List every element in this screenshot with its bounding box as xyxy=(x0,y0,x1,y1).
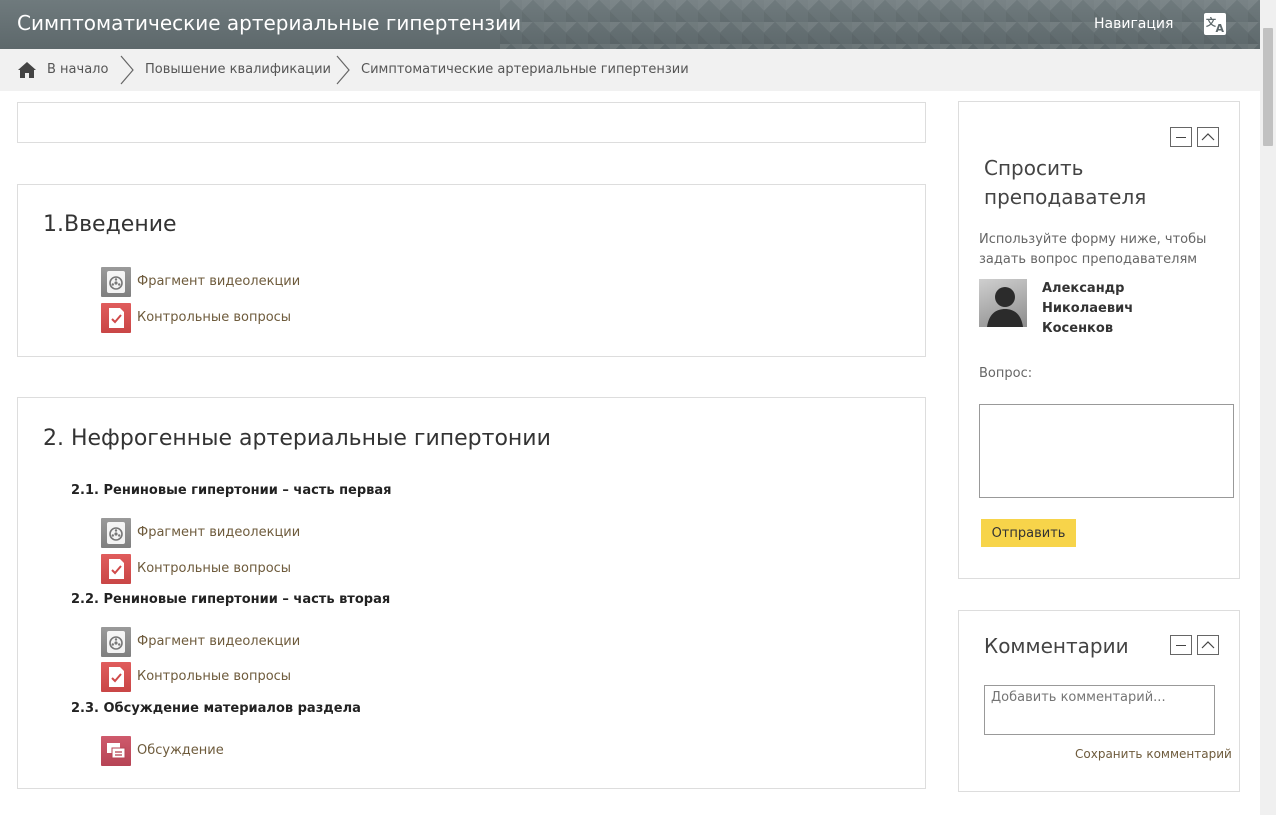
scrollbar-thumb[interactable] xyxy=(1263,28,1273,146)
course-summary-panel xyxy=(17,102,926,143)
activity-label[interactable]: Фрагмент видеолекции xyxy=(137,525,300,540)
subsection-title: 2.1. Рениновые гипертонии – часть первая xyxy=(71,483,392,498)
translate-icon[interactable]: 文A xyxy=(1204,13,1226,35)
teacher-avatar[interactable] xyxy=(979,279,1027,327)
section-title: 2. Нефрогенные артериальные гипертонии xyxy=(43,426,551,451)
activity-label[interactable]: Контрольные вопросы xyxy=(137,669,291,684)
ask-teacher-block: Спросить преподавателя Используйте форму… xyxy=(958,101,1240,579)
minimize-block-button[interactable] xyxy=(1170,127,1192,147)
collapse-block-button[interactable] xyxy=(1197,635,1219,655)
breadcrumb: В начало Повышение квалификации Симптома… xyxy=(0,49,1260,91)
comment-textarea[interactable] xyxy=(984,685,1215,735)
chevron-right-icon xyxy=(120,55,134,85)
video-icon xyxy=(101,267,131,297)
section-title: 1.Введение xyxy=(43,212,177,237)
block-title: Спросить преподавателя xyxy=(984,156,1147,209)
question-textarea[interactable] xyxy=(979,404,1234,498)
section-1: 1.Введение Фрагмент видеолекции Контроль… xyxy=(17,184,926,357)
activity-label[interactable]: Обсуждение xyxy=(137,743,224,758)
activity-label[interactable]: Контрольные вопросы xyxy=(137,561,291,576)
breadcrumb-current[interactable]: Симптоматические артериальные гипертензи… xyxy=(361,62,689,77)
breadcrumb-home[interactable]: В начало xyxy=(47,62,108,77)
navigation-link[interactable]: Навигация xyxy=(1094,16,1173,32)
subsection-title: 2.2. Рениновые гипертонии – часть вторая xyxy=(71,592,391,607)
subsection-title: 2.3. Обсуждение материалов раздела xyxy=(71,701,361,716)
activity-label[interactable]: Фрагмент видеолекции xyxy=(137,274,300,289)
teacher-name[interactable]: Александр Николаевич Косенков xyxy=(1042,279,1162,339)
video-icon xyxy=(101,627,131,657)
question-label: Вопрос: xyxy=(979,366,1033,381)
section-2: 2. Нефрогенные артериальные гипертонии 2… xyxy=(17,397,926,789)
home-icon[interactable] xyxy=(17,61,37,79)
page-scrollbar[interactable] xyxy=(1260,0,1276,815)
quiz-icon xyxy=(101,554,131,584)
page-title: Симптоматические артериальные гипертензи… xyxy=(17,11,522,35)
block-title: Комментарии xyxy=(984,634,1129,658)
activity-label[interactable]: Фрагмент видеолекции xyxy=(137,634,300,649)
quiz-icon xyxy=(101,662,131,692)
video-icon xyxy=(101,518,131,548)
minimize-block-button[interactable] xyxy=(1170,635,1192,655)
top-header: Симптоматические артериальные гипертензи… xyxy=(0,0,1260,49)
activity-label[interactable]: Контрольные вопросы xyxy=(137,310,291,325)
breadcrumb-category[interactable]: Повышение квалификации xyxy=(145,62,331,77)
quiz-icon xyxy=(101,303,131,333)
chevron-right-icon xyxy=(336,55,350,85)
save-comment-link[interactable]: Сохранить комментарий xyxy=(1075,747,1232,761)
forum-icon xyxy=(101,736,131,766)
block-description: Используйте форму ниже, чтобы задать воп… xyxy=(979,232,1207,267)
send-button[interactable]: Отправить xyxy=(981,519,1076,547)
collapse-block-button[interactable] xyxy=(1197,127,1219,147)
comments-block: Комментарии Сохранить комментарий xyxy=(958,610,1240,792)
